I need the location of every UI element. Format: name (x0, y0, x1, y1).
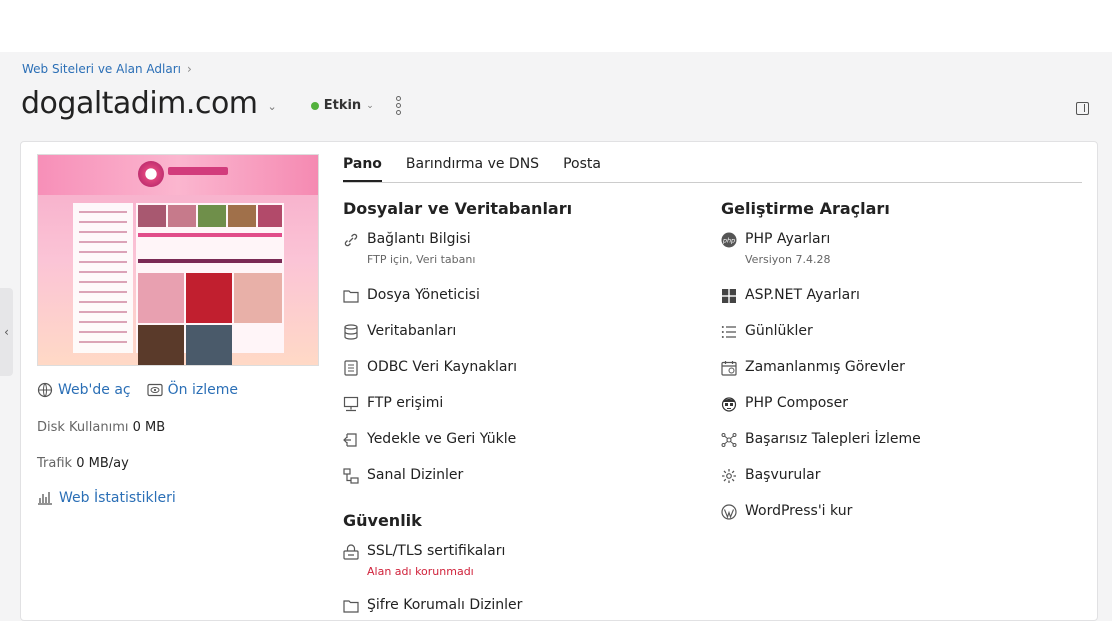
php-version: Versiyon 7.4.28 (745, 253, 831, 266)
chevron-left-icon: ‹ (4, 325, 9, 339)
list-icon (721, 324, 737, 340)
open-in-web-link[interactable]: Web'de aç (37, 382, 131, 398)
traffic: Trafik 0 MB/ay (37, 456, 129, 471)
traffic-value: 0 MB/ay (76, 456, 129, 471)
php-settings-item[interactable]: php PHP Ayarları Versiyon 7.4.28 (721, 231, 830, 266)
ftp-icon (343, 396, 359, 412)
more-options-icon[interactable] (395, 96, 401, 115)
certificate-icon (343, 544, 359, 560)
odbc-icon (343, 360, 359, 376)
file-manager-item[interactable]: Dosya Yöneticisi (343, 287, 480, 304)
tab-mail[interactable]: Posta (563, 156, 601, 182)
dev-tools-section-heading: Geliştirme Araçları (721, 199, 890, 218)
backup-icon (343, 432, 359, 448)
wordpress-icon (721, 504, 737, 520)
breadcrumb-link[interactable]: Web Siteleri ve Alan Adları (22, 62, 181, 76)
bar-chart-icon (37, 491, 53, 505)
password-protected-directories-item[interactable]: Şifre Korumalı Dizinler (343, 597, 522, 614)
database-icon (343, 324, 359, 340)
ssl-warning: Alan adı korunmadı (367, 565, 474, 578)
files-section-heading: Dosyalar ve Veritabanları (343, 199, 573, 218)
site-links: Web'de aç Ön izleme (37, 382, 238, 398)
page-title: dogaltadim.com (21, 86, 258, 121)
folder-icon (343, 288, 359, 304)
calendar-icon (721, 360, 737, 376)
status-dropdown[interactable]: Etkin ⌄ (310, 98, 374, 113)
scheduled-tasks-item[interactable]: Zamanlanmış Görevler (721, 359, 905, 376)
virtual-directories-icon (343, 468, 359, 484)
disk-usage: Disk Kullanımı 0 MB (37, 420, 166, 435)
connection-info-sub: FTP için, Veri tabanı (367, 253, 476, 266)
chevron-down-icon[interactable]: ⌄ (268, 100, 277, 113)
site-screenshot-thumbnail[interactable] (37, 154, 319, 366)
disk-usage-value: 0 MB (132, 420, 166, 435)
applications-item[interactable]: Başvurular (721, 467, 821, 484)
tab-dashboard[interactable]: Pano (343, 156, 382, 182)
globe-icon (37, 382, 53, 398)
link-icon (343, 232, 359, 248)
folder-lock-icon (343, 598, 359, 614)
svg-text:php: php (722, 237, 735, 245)
network-icon (721, 432, 737, 448)
tab-hosting-dns[interactable]: Barındırma ve DNS (406, 156, 539, 182)
logs-item[interactable]: Günlükler (721, 323, 813, 340)
aspnet-settings-item[interactable]: ASP.NET Ayarları (721, 287, 860, 304)
eye-icon (147, 383, 163, 397)
ftp-access-item[interactable]: FTP erişimi (343, 395, 443, 412)
security-section-heading: Güvenlik (343, 511, 422, 530)
top-bar (0, 0, 1112, 52)
databases-item[interactable]: Veritabanları (343, 323, 456, 340)
breadcrumb[interactable]: Web Siteleri ve Alan Adları › (22, 62, 192, 76)
composer-icon (721, 396, 737, 412)
windows-icon (721, 288, 737, 304)
connection-info-item[interactable]: Bağlantı Bilgisi FTP için, Veri tabanı (343, 231, 475, 266)
chevron-down-icon: ⌄ (366, 100, 374, 111)
status-label: Etkin (323, 98, 362, 113)
preview-link[interactable]: Ön izleme (147, 382, 238, 398)
php-icon: php (721, 232, 737, 248)
backup-restore-item[interactable]: Yedekle ve Geri Yükle (343, 431, 516, 448)
web-statistics-link[interactable]: Web İstatistikleri (37, 490, 176, 506)
failed-requests-tracing-item[interactable]: Başarısız Talepleri İzleme (721, 431, 921, 448)
title-bar: dogaltadim.com ⌄ Etkin ⌄ (21, 86, 401, 121)
ssl-certificates-item[interactable]: SSL/TLS sertifikaları Alan adı korunmadı (343, 543, 505, 578)
tab-bar: Pano Barındırma ve DNS Posta (343, 156, 1082, 183)
virtual-directories-item[interactable]: Sanal Dizinler (343, 467, 463, 484)
php-composer-item[interactable]: PHP Composer (721, 395, 848, 412)
chevron-right-icon: › (187, 62, 192, 76)
install-wordpress-item[interactable]: WordPress'i kur (721, 503, 852, 520)
panel-toggle-icon[interactable] (1076, 102, 1089, 115)
odbc-item[interactable]: ODBC Veri Kaynakları (343, 359, 517, 376)
gear-icon (721, 468, 737, 484)
sidebar-expand-handle[interactable]: ‹ (0, 288, 13, 376)
status-dot-icon (310, 101, 319, 110)
